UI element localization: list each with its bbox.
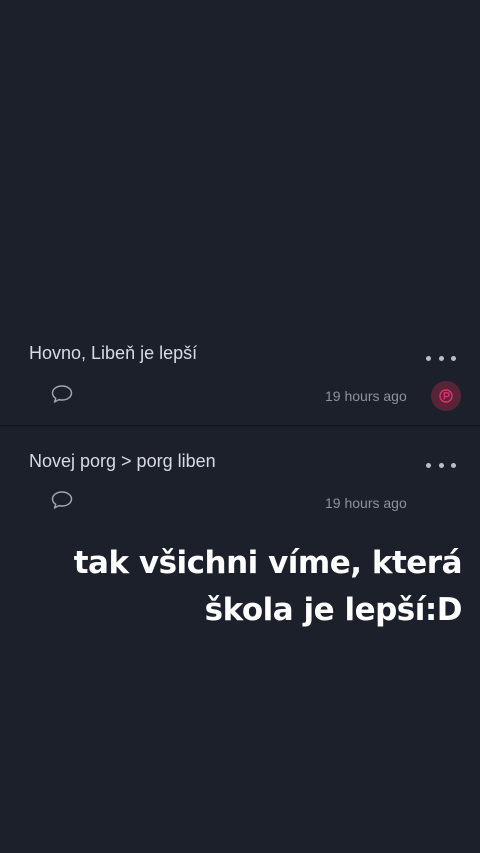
dot [438,355,444,361]
comment-bubble-icon [51,385,73,403]
comment-bubble-icon [51,491,73,509]
dot [438,462,444,468]
story-overlay-text: tak všichni víme, která [73,545,463,581]
post-text: Hovno, Libeň je lepší [29,343,198,363]
post-item: Novej porg > porg liben 19 hours ago [0,437,480,527]
comment-icon[interactable] [50,383,74,405]
user-avatar-icon [439,389,453,403]
post-divider [0,425,480,426]
dot [426,355,431,361]
story-overlay-text: škola je lepší:D [204,592,463,628]
comment-icon[interactable] [50,489,74,511]
more-options-icon[interactable] [426,459,456,471]
post-text: Novej porg > porg liben [29,451,216,471]
more-options-icon[interactable] [426,352,456,364]
post-timestamp: 19 hours ago [325,388,407,404]
dot [451,355,456,361]
post-timestamp: 19 hours ago [325,495,407,511]
dot [451,462,456,468]
dot [426,462,431,468]
post-item: Hovno, Libeň je lepší 19 hours ago [0,330,480,425]
avatar[interactable] [431,381,461,411]
